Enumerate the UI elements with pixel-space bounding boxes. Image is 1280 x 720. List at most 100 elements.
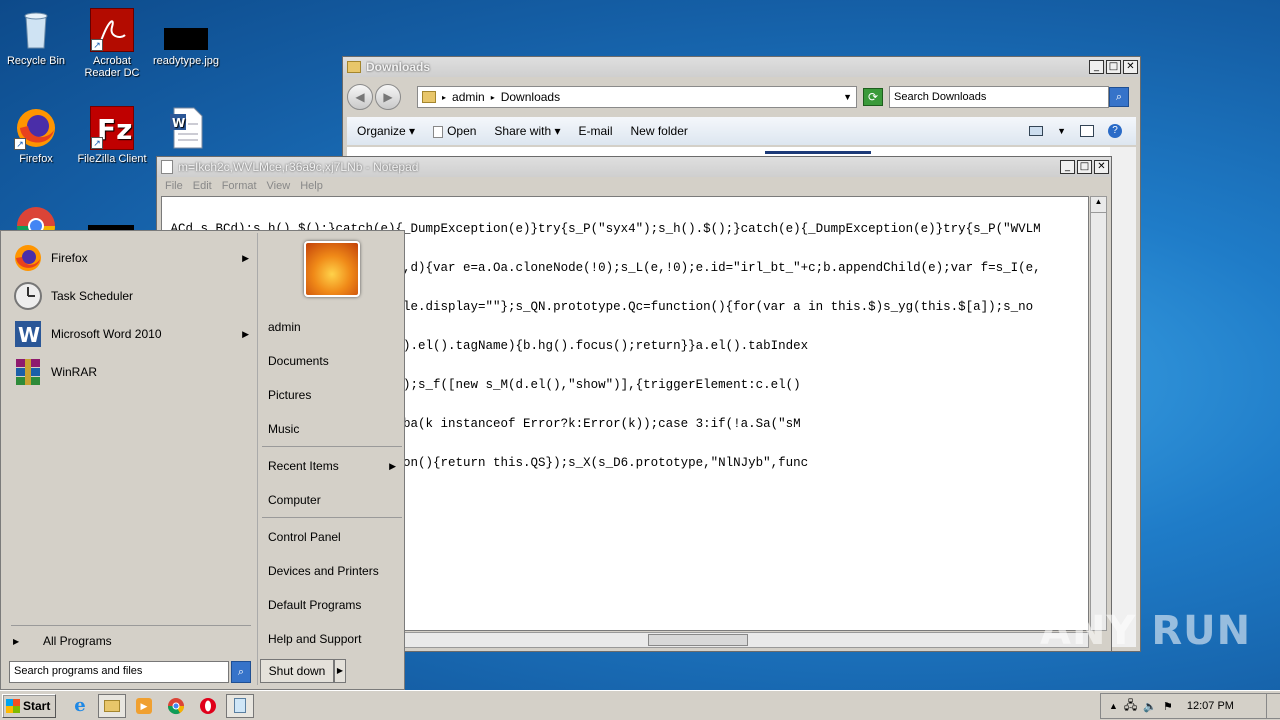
menu-help[interactable]: Help	[300, 180, 323, 192]
volume-icon[interactable]: 🔈	[1143, 700, 1157, 713]
search-placeholder: Search Downloads	[894, 91, 987, 103]
place-admin[interactable]: admin	[268, 317, 400, 337]
recycle-bin-icon	[14, 8, 58, 52]
menu-format[interactable]: Format	[222, 180, 257, 192]
maximize-button[interactable]: □	[1077, 160, 1092, 174]
svg-text:W: W	[172, 116, 185, 130]
search-icon[interactable]: ⌕	[1109, 87, 1129, 107]
submenu-arrow-icon: ▶	[242, 328, 249, 339]
notepad-icon[interactable]	[226, 693, 254, 718]
watermark: ANY RUN	[1040, 608, 1252, 654]
close-button[interactable]: ✕	[1123, 60, 1138, 74]
notepad-vertical-scrollbar[interactable]: ▲	[1090, 196, 1107, 631]
system-tray: ▲ 🖧 🔈 ⚑ 12:07 PM	[1100, 693, 1280, 719]
chevron-down-icon[interactable]: ▼	[1057, 126, 1066, 136]
place-control-panel[interactable]: Control Panel	[268, 527, 400, 547]
close-button[interactable]: ✕	[1094, 160, 1109, 174]
place-music[interactable]: Music	[268, 419, 400, 439]
start-menu[interactable]: Firefox ▶ Task Scheduler W Microsoft Wor…	[0, 230, 405, 690]
start-menu-places: admin Documents Pictures Music Recent It…	[257, 233, 403, 685]
opera-icon[interactable]	[194, 694, 222, 718]
breadcrumb-admin[interactable]: admin	[452, 90, 485, 104]
explorer-title: Downloads	[366, 60, 431, 74]
organize-button[interactable]: Organize ▾	[357, 124, 415, 138]
program-firefox[interactable]: Firefox ▶	[13, 241, 249, 275]
shutdown-button[interactable]: Shut down	[260, 659, 334, 683]
place-pictures[interactable]: Pictures	[268, 385, 400, 405]
share-with-button[interactable]: Share with ▾	[494, 124, 560, 138]
view-options-icon[interactable]	[1029, 126, 1044, 136]
place-recent-items[interactable]: Recent Items ▶	[268, 456, 400, 476]
user-avatar[interactable]	[304, 241, 360, 297]
scroll-up-icon[interactable]: ▲	[1091, 197, 1106, 213]
program-winrar[interactable]: WinRAR	[13, 355, 249, 389]
winrar-icon	[13, 357, 43, 387]
minimize-button[interactable]: _	[1089, 60, 1104, 74]
desktop-icon-readytype[interactable]: readytype.jpg	[150, 8, 222, 67]
breadcrumb-downloads[interactable]: Downloads	[501, 90, 560, 104]
place-help-support[interactable]: Help and Support	[268, 629, 400, 649]
separator	[262, 517, 402, 518]
minimize-button[interactable]: _	[1060, 160, 1075, 174]
help-icon[interactable]: ?	[1108, 124, 1122, 138]
email-button[interactable]: E-mail	[578, 124, 612, 138]
explorer-scrollbar[interactable]	[1110, 147, 1136, 647]
desktop-icon-label: Acrobat Reader DC	[84, 55, 140, 79]
firefox-icon	[13, 243, 43, 273]
filezilla-icon: Fz ↗	[90, 106, 134, 150]
desktop-icon-label: readytype.jpg	[152, 55, 220, 67]
place-computer[interactable]: Computer	[268, 490, 400, 510]
address-bar[interactable]: ▸ admin ▸ Downloads ▼	[417, 86, 857, 108]
chrome-icon[interactable]	[162, 694, 190, 718]
search-icon[interactable]: ⌕	[231, 661, 251, 683]
scroll-thumb[interactable]	[648, 634, 748, 646]
clock[interactable]: 12:07 PM	[1187, 700, 1234, 712]
submenu-arrow-icon: ▶	[242, 252, 249, 263]
place-devices-printers[interactable]: Devices and Printers	[268, 561, 400, 581]
program-task-scheduler[interactable]: Task Scheduler	[13, 279, 249, 313]
explorer-titlebar[interactable]: Downloads _ □ ✕	[343, 57, 1140, 77]
desktop-icon-filezilla[interactable]: Fz ↗ FileZilla Client	[76, 106, 148, 165]
windows-logo-icon	[6, 698, 20, 713]
maximize-button[interactable]: □	[1106, 60, 1121, 74]
start-button[interactable]: Start	[2, 693, 56, 718]
menu-edit[interactable]: Edit	[193, 180, 212, 192]
new-folder-button[interactable]: New folder	[631, 124, 688, 138]
media-player-icon[interactable]: ▶	[130, 694, 158, 718]
forward-button[interactable]: ▶	[375, 84, 401, 110]
all-programs-button[interactable]: ▶ All Programs	[13, 626, 249, 656]
notepad-title: m=Ikch2c,WVLMce,r36a9c,xj7LNb - Notepad	[178, 160, 419, 174]
desktop-icon-word-doc[interactable]: W	[150, 106, 222, 153]
chevron-right-icon: ▶	[13, 636, 20, 646]
show-hidden-icons-icon[interactable]: ▲	[1109, 701, 1118, 711]
menu-file[interactable]: File	[165, 180, 183, 192]
desktop-icon-recycle-bin[interactable]: Recycle Bin	[0, 8, 72, 67]
start-search-input[interactable]: Search programs and files	[9, 661, 229, 683]
place-default-programs[interactable]: Default Programs	[268, 595, 400, 615]
program-word[interactable]: W Microsoft Word 2010 ▶	[13, 317, 249, 351]
acrobat-icon: ↗	[90, 8, 134, 52]
notepad-icon	[161, 160, 173, 174]
chevron-down-icon[interactable]: ▼	[843, 92, 852, 102]
notepad-titlebar[interactable]: m=Ikch2c,WVLMce,r36a9c,xj7LNb - Notepad …	[157, 157, 1111, 177]
explorer-icon[interactable]	[98, 693, 126, 718]
open-button[interactable]: Open	[433, 124, 476, 138]
action-center-flag-icon[interactable]: ⚑	[1163, 700, 1173, 713]
taskbar: Start e ▶ ▲ 🖧 🔈 ⚑ 12:07 PM	[0, 690, 1280, 720]
desktop-icon-acrobat[interactable]: ↗ Acrobat Reader DC	[76, 8, 148, 79]
preview-pane-icon[interactable]	[1080, 125, 1094, 137]
shutdown-options-icon[interactable]: ▶	[334, 659, 346, 683]
show-desktop-button[interactable]	[1266, 694, 1280, 718]
firefox-icon: ↗	[14, 106, 58, 150]
word-icon: W	[13, 319, 43, 349]
refresh-icon[interactable]: ⟳	[863, 88, 883, 106]
network-icon[interactable]: 🖧	[1124, 696, 1137, 717]
desktop-icon-firefox[interactable]: ↗ Firefox	[0, 106, 72, 165]
selection-highlight	[765, 151, 871, 154]
word-doc-icon: W	[164, 106, 208, 150]
back-button[interactable]: ◀	[347, 84, 373, 110]
search-input[interactable]: Search Downloads	[889, 86, 1109, 108]
menu-view[interactable]: View	[267, 180, 291, 192]
place-documents[interactable]: Documents	[268, 351, 400, 371]
ie-icon[interactable]: e	[66, 694, 94, 718]
